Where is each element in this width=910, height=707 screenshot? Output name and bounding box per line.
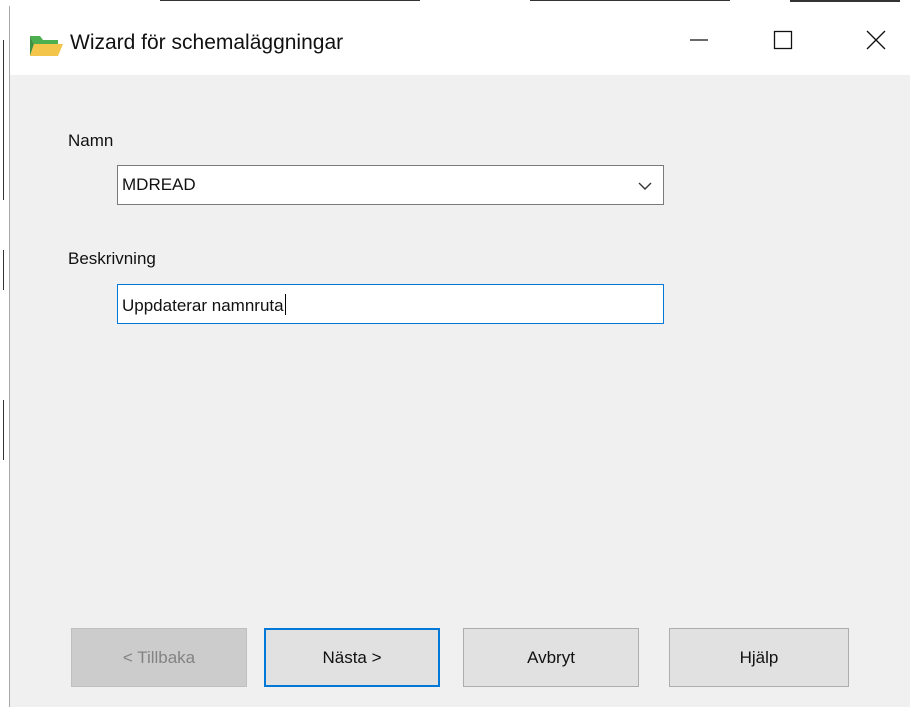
wizard-dialog: Wizard för schemaläggningar Namn MDREAD … — [9, 6, 910, 707]
maximize-icon — [773, 30, 793, 55]
background-window-edge — [790, 0, 900, 2]
folder-icon — [28, 32, 64, 58]
minimize-button[interactable] — [670, 16, 728, 68]
name-combobox-value: MDREAD — [122, 175, 196, 194]
cancel-button[interactable]: Avbryt — [463, 628, 639, 687]
name-label: Namn — [68, 131, 114, 150]
maximize-button[interactable] — [754, 16, 812, 68]
minimize-icon — [689, 30, 709, 55]
title-bar[interactable]: Wizard för schemaläggningar — [10, 6, 910, 75]
description-label: Beskrivning — [68, 249, 156, 268]
name-combobox[interactable]: MDREAD — [117, 165, 664, 205]
text-caret — [284, 294, 286, 315]
background-window-edge — [160, 0, 420, 1]
help-button[interactable]: Hjälp — [669, 628, 849, 687]
description-field-value: Uppdaterar namnruta — [122, 296, 284, 315]
close-button[interactable] — [847, 16, 905, 68]
background-window-edge — [3, 40, 4, 200]
description-field[interactable]: Uppdaterar namnruta — [117, 284, 664, 324]
close-icon — [866, 30, 886, 55]
next-button[interactable]: Nästa > — [264, 628, 440, 687]
back-button[interactable]: < Tillbaka — [71, 628, 247, 687]
background-window-edge — [530, 0, 730, 1]
background-window-edge — [3, 250, 4, 290]
background-window-edge — [3, 400, 4, 460]
window-title: Wizard för schemaläggningar — [70, 31, 344, 54]
chevron-down-icon[interactable] — [637, 178, 653, 194]
